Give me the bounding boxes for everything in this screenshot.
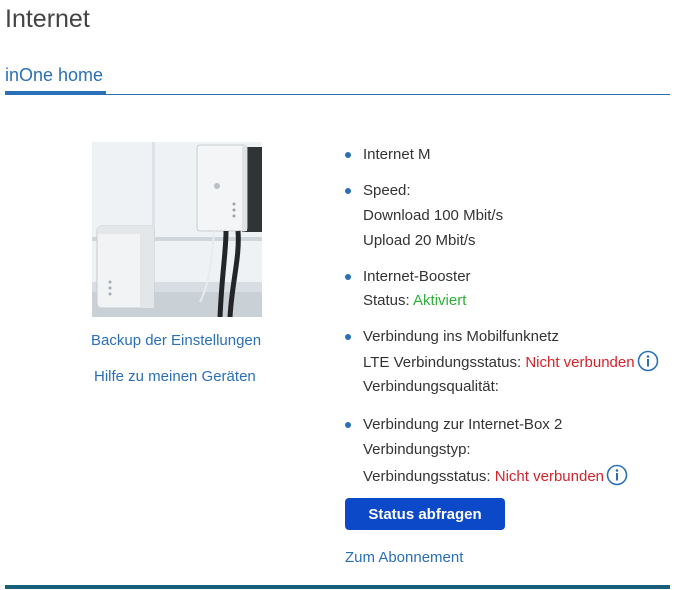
booster-status-value: Aktiviert xyxy=(413,292,467,309)
backup-settings-link[interactable]: Backup der Einstellungen xyxy=(91,332,261,349)
mobile-label: Verbindung ins Mobilfunknetz xyxy=(363,328,559,345)
bullet xyxy=(345,422,351,428)
connection-details: Internet M Speed: Download 100 Mbit/s Up… xyxy=(345,143,680,489)
list-item-box: Verbindung zur Internet-Box 2 Verbindung… xyxy=(345,413,680,489)
bullet xyxy=(345,152,351,158)
device-help-link[interactable]: Hilfe zu meinen Geräten xyxy=(94,368,256,385)
router-devices-image xyxy=(92,142,262,317)
speed-label: Speed: xyxy=(363,182,411,199)
tab-inone-home[interactable]: inOne home xyxy=(5,62,107,94)
bullet xyxy=(345,334,351,340)
list-item-mobile: Verbindung ins Mobilfunknetz LTE Verbind… xyxy=(345,325,680,399)
page-title: Internet xyxy=(5,5,90,33)
box-connection-status: Verbindungsstatus: Nicht verbunden xyxy=(363,464,680,489)
list-item-speed: Speed: Download 100 Mbit/s Upload 20 Mbi… xyxy=(345,179,680,253)
connection-type: Verbindungstyp: xyxy=(363,441,471,458)
box-status-label: Verbindungsstatus: xyxy=(363,468,495,485)
list-item-booster: Internet-Booster Status: Aktiviert xyxy=(345,265,680,313)
lte-status-label: LTE Verbindungsstatus: xyxy=(363,354,526,371)
subscription-link[interactable]: Zum Abonnement xyxy=(345,549,463,566)
bullet xyxy=(345,188,351,194)
info-icon[interactable] xyxy=(606,464,628,486)
booster-status: Status: Aktiviert xyxy=(363,289,680,313)
booster-label: Internet-Booster xyxy=(363,268,471,285)
query-status-button[interactable]: Status abfragen xyxy=(345,498,505,530)
product-name: Internet M xyxy=(363,146,431,163)
info-icon[interactable] xyxy=(637,350,659,372)
upload-speed: Upload 20 Mbit/s xyxy=(363,232,476,249)
product-image xyxy=(92,142,262,317)
lte-status-value: Nicht verbunden xyxy=(525,354,635,371)
box-status-value: Nicht verbunden xyxy=(494,468,604,485)
connection-quality: Verbindungsqualität: xyxy=(363,378,499,395)
bullet xyxy=(345,274,351,280)
booster-status-label: Status: xyxy=(363,292,414,309)
bottom-divider xyxy=(5,585,670,589)
tab-bar: inOne home xyxy=(5,62,670,95)
lte-status: LTE Verbindungsstatus: Nicht verbunden xyxy=(363,350,680,375)
box-label: Verbindung zur Internet-Box 2 xyxy=(363,416,563,433)
list-item-product: Internet M xyxy=(345,143,680,167)
download-speed: Download 100 Mbit/s xyxy=(363,207,504,224)
